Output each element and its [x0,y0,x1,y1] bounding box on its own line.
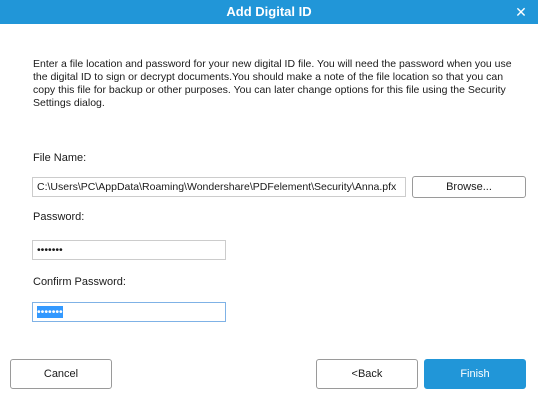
confirm-password-label: Confirm Password: [33,276,126,288]
file-name-label: File Name: [33,152,87,164]
close-icon[interactable]: ✕ [512,3,530,21]
add-digital-id-dialog: Add Digital ID ✕ Enter a file location a… [0,0,538,400]
confirm-password-input[interactable]: ••••••• [32,302,226,322]
file-name-input[interactable]: C:\Users\PC\AppData\Roaming\Wondershare\… [32,177,406,197]
finish-button[interactable]: Finish [424,359,526,389]
password-input[interactable]: ••••••• [32,240,226,260]
back-button[interactable]: <Back [316,359,418,389]
confirm-password-selection: ••••••• [37,306,63,318]
cancel-button[interactable]: Cancel [10,359,112,389]
password-label: Password: [33,211,85,223]
dialog-title: Add Digital ID [226,4,312,19]
browse-button[interactable]: Browse... [412,176,526,198]
description-text: Enter a file location and password for y… [33,58,512,109]
